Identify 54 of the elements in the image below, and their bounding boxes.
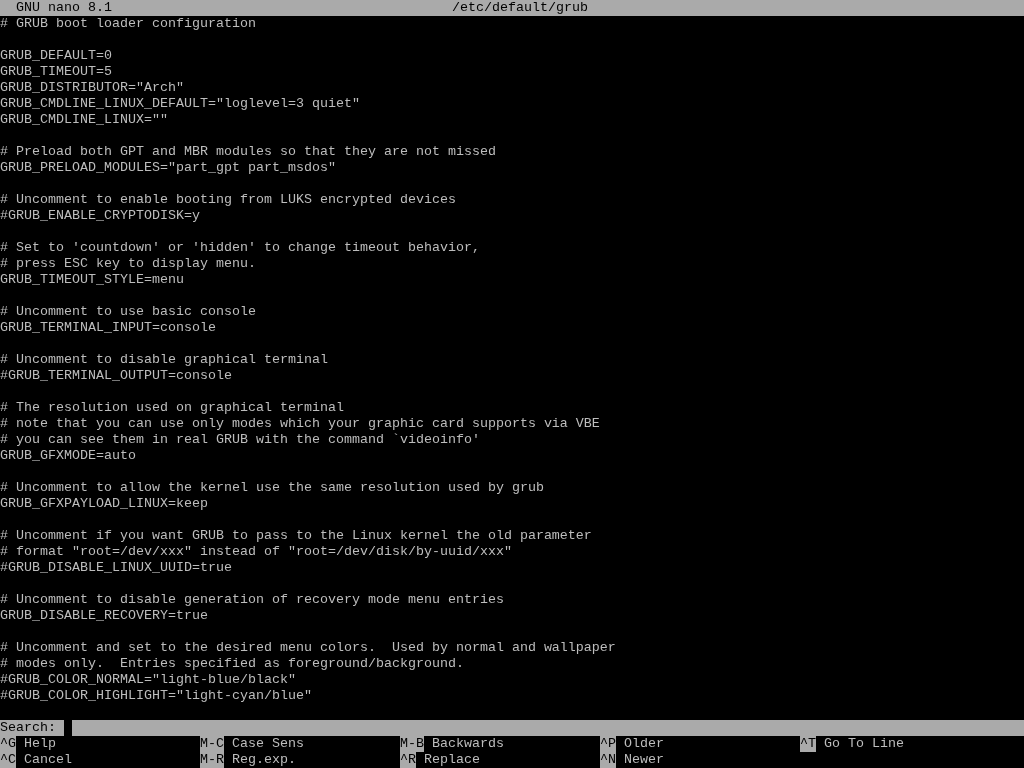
code-line: GRUB_DISABLE_RECOVERY=true <box>0 608 208 623</box>
shortcut-key: ^T <box>800 736 816 752</box>
shortcut-key: M-B <box>400 736 424 752</box>
code-line: #GRUB_COLOR_HIGHLIGHT="light-cyan/blue" <box>0 688 312 703</box>
code-line: # Uncomment if you want GRUB to pass to the Linux kernel the old parameter <box>0 528 592 543</box>
code-line: # The resolution used on graphical terminal <box>0 400 344 415</box>
shortcut-label: Replace <box>424 752 480 768</box>
code-line: # Preload both GPT and MBR modules so that they are not missed <box>0 144 496 159</box>
file-name: /etc/default/grub <box>451 0 589 16</box>
code-line: # Uncomment to disable graphical terminal <box>0 352 328 367</box>
code-line: GRUB_DEFAULT=0 <box>0 48 112 63</box>
code-line: # GRUB boot loader configuration <box>0 16 256 31</box>
code-line: # Uncomment and set to the desired menu colors. Used by normal and wallpaper <box>0 640 616 655</box>
shortcut-key: ^R <box>400 752 416 768</box>
code-line: # Uncomment to use basic console <box>0 304 256 319</box>
code-line: # Uncomment to disable generation of recovery mode menu entries <box>0 592 504 607</box>
code-line: GRUB_GFXPAYLOAD_LINUX=keep <box>0 496 208 511</box>
shortcut-label: Backwards <box>432 736 504 752</box>
code-line: GRUB_TERMINAL_INPUT=console <box>0 320 216 335</box>
code-line: GRUB_TIMEOUT_STYLE=menu <box>0 272 184 287</box>
code-line: GRUB_TIMEOUT=5 <box>0 64 112 79</box>
code-line: GRUB_CMDLINE_LINUX_DEFAULT="loglevel=3 quiet" <box>0 96 360 111</box>
shortcut-label: Help <box>24 736 56 752</box>
code-line: GRUB_CMDLINE_LINUX="" <box>0 112 168 127</box>
code-line: # modes only. Entries specified as foreground/background. <box>0 656 464 671</box>
code-line: GRUB_DISTRIBUTOR="Arch" <box>0 80 184 95</box>
code-line: #GRUB_DISABLE_LINUX_UUID=true <box>0 560 232 575</box>
code-line: #GRUB_TERMINAL_OUTPUT=console <box>0 368 232 383</box>
code-line: GRUB_GFXMODE=auto <box>0 448 136 463</box>
code-line: # Uncomment to allow the kernel use the same resolution used by grub <box>0 480 544 495</box>
shortcut-key: M-C <box>200 736 224 752</box>
code-line: # Uncomment to enable booting from LUKS encrypted devices <box>0 192 456 207</box>
shortcut-key: ^G <box>0 736 16 752</box>
search-field[interactable]: Search: <box>0 720 1024 736</box>
code-line: #GRUB_COLOR_NORMAL="light-blue/black" <box>0 672 296 687</box>
shortcut-key: ^P <box>600 736 616 752</box>
shortcut-label: Reg.exp. <box>232 752 296 768</box>
shortcut-label: Older <box>624 736 664 752</box>
code-line: # you can see them in real GRUB with the command `videoinfo' <box>0 432 480 447</box>
shortcut-key: ^C <box>0 752 16 768</box>
shortcut-label: Go To Line <box>824 736 904 752</box>
shortcut-key: ^N <box>600 752 616 768</box>
shortcut-label: Newer <box>624 752 664 768</box>
code-line: # press ESC key to display menu. <box>0 256 256 271</box>
shortcut-label: Cancel <box>24 752 72 768</box>
shortcut-key: M-R <box>200 752 224 768</box>
code-line: GRUB_PRELOAD_MODULES="part_gpt part_msdos" <box>0 160 336 175</box>
code-line: # note that you can use only modes which your graphic card supports via VBE <box>0 416 600 431</box>
code-line: #GRUB_ENABLE_CRYPTODISK=y <box>0 208 200 223</box>
code-line: # Set to 'countdown' or 'hidden' to change timeout behavior, <box>0 240 480 255</box>
search-label: Search: <box>0 720 56 736</box>
shortcut-label: Case Sens <box>232 736 304 752</box>
app-title: GNU nano 8.1 <box>16 0 112 16</box>
code-line: # format "root=/dev/xxx" instead of "root=/dev/disk/by-uuid/xxx" <box>0 544 512 559</box>
